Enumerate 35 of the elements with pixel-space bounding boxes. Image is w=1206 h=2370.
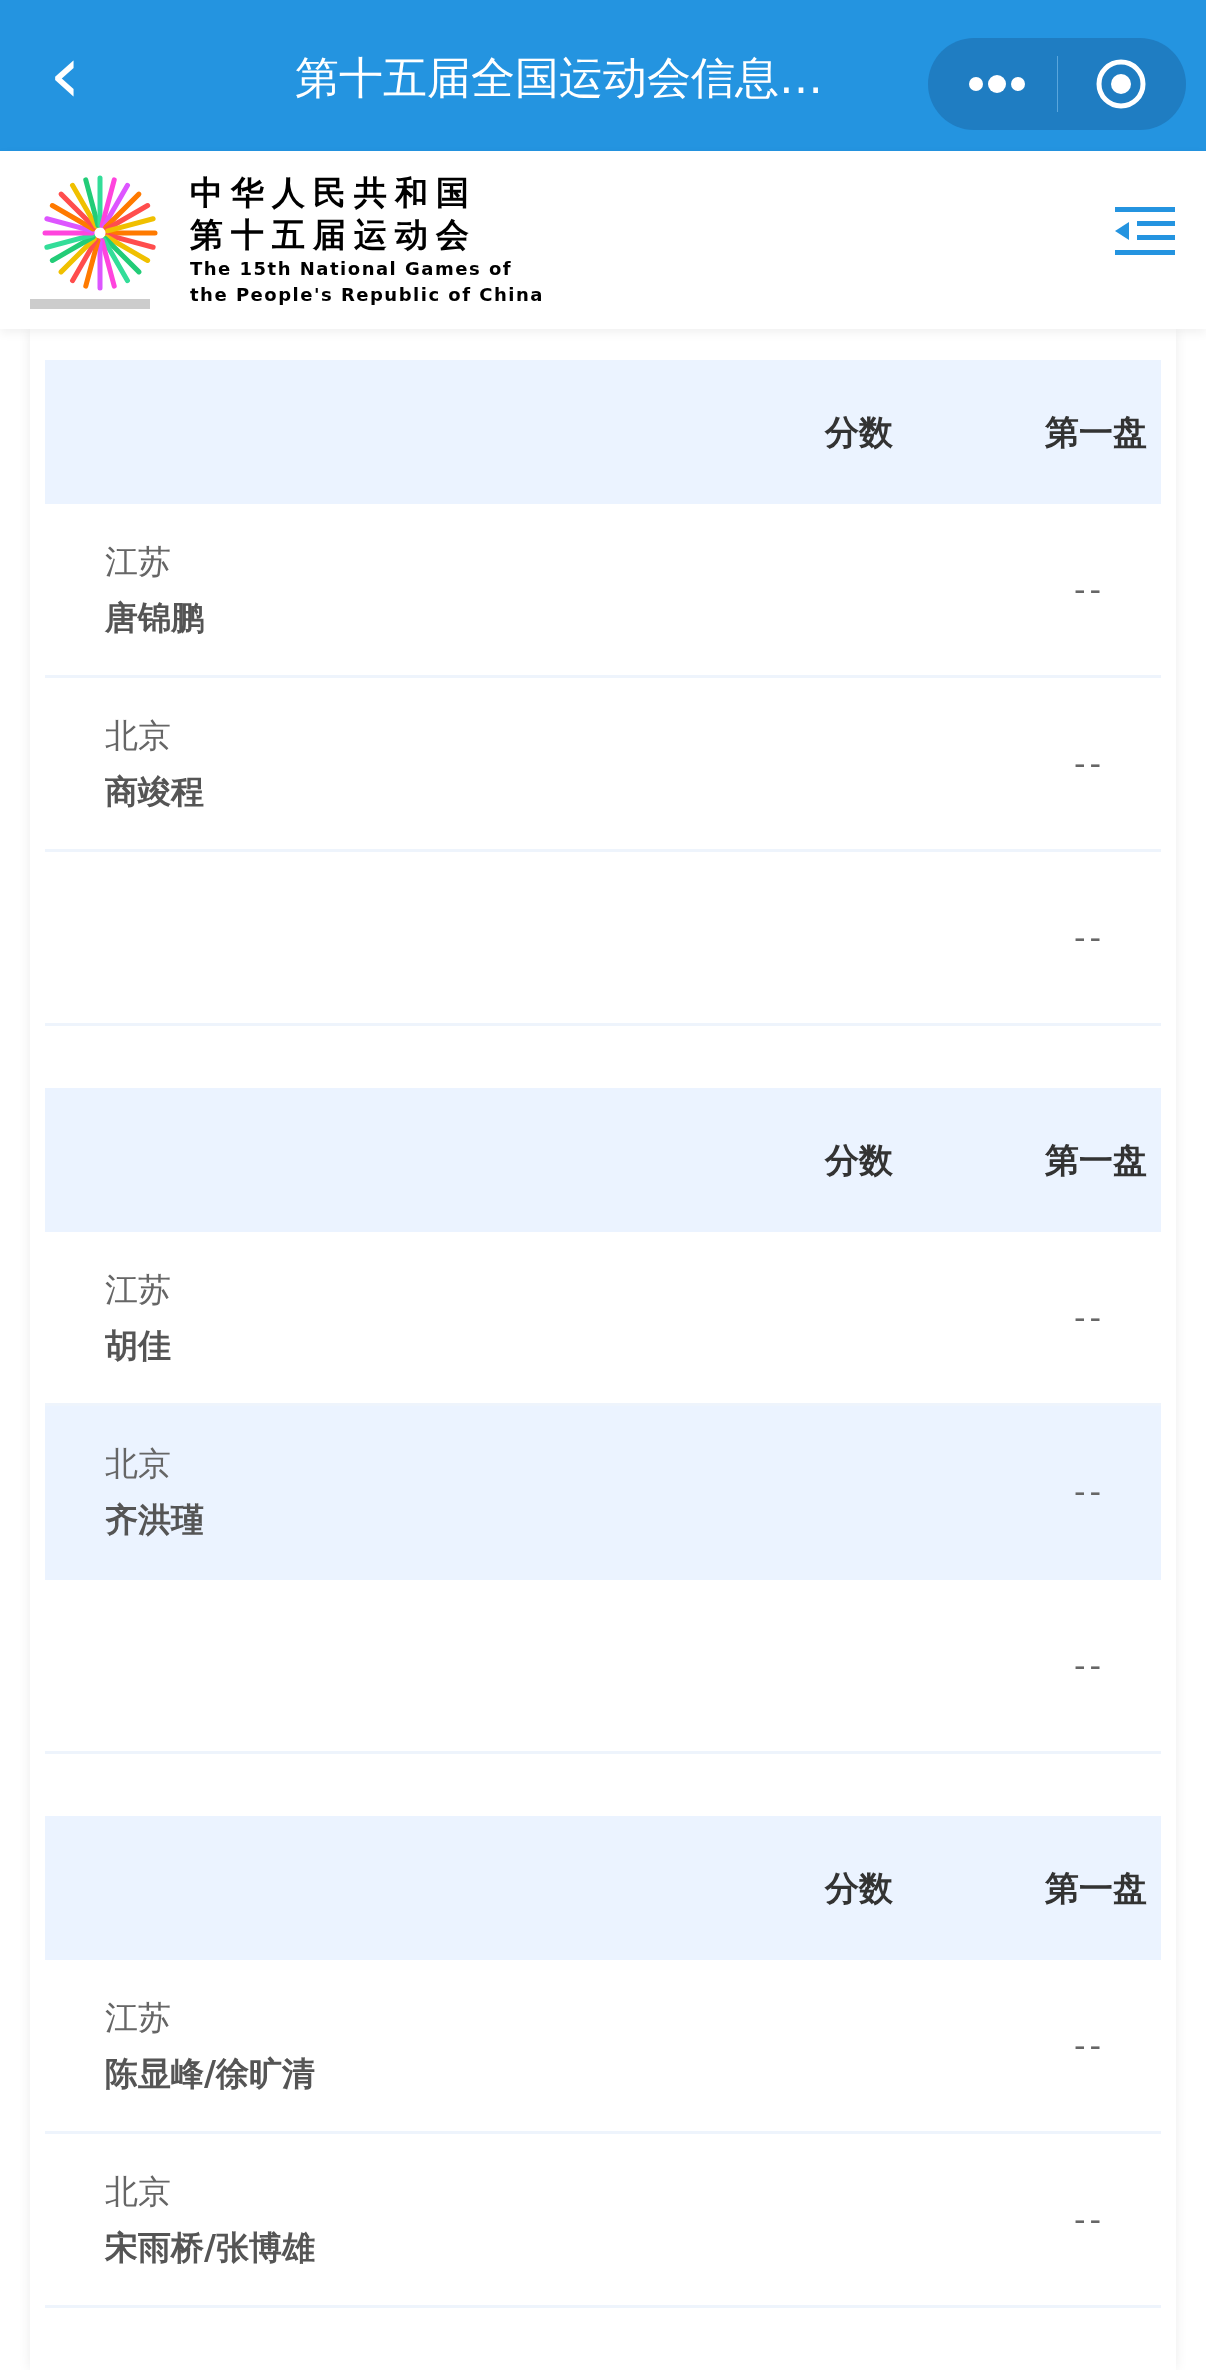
result-row[interactable]: 北京 齐洪瑾 -- bbox=[45, 1406, 1161, 1580]
more-icon[interactable] bbox=[968, 75, 1026, 93]
player-name: 胡佳 bbox=[105, 1324, 172, 1367]
team-name: 江苏 bbox=[105, 540, 172, 583]
column-header: 分数 bbox=[825, 410, 894, 454]
menu-icon[interactable] bbox=[1115, 207, 1175, 257]
page-title: 第十五届全国运动会信息… bbox=[295, 52, 823, 104]
close-icon[interactable] bbox=[1095, 58, 1147, 110]
set-score: -- bbox=[1073, 2199, 1105, 2241]
set-score: -- bbox=[1073, 743, 1105, 785]
team-name: 北京 bbox=[105, 1442, 172, 1485]
set-score: -- bbox=[1073, 1471, 1105, 1513]
set-score: -- bbox=[1073, 1297, 1105, 1339]
team-name: 江苏 bbox=[105, 1268, 172, 1311]
team-name: 江苏 bbox=[105, 1996, 172, 2039]
logo-text: The 15th National Games of bbox=[190, 257, 514, 281]
player-name: 齐洪瑾 bbox=[105, 1498, 205, 1541]
player-name: 商竣程 bbox=[105, 770, 205, 813]
column-header: 第一盘 bbox=[1045, 410, 1147, 454]
column-header: 第一盘 bbox=[1045, 1138, 1147, 1182]
team-name: 北京 bbox=[105, 714, 172, 757]
logo-text: 中华人民共和国 bbox=[190, 172, 478, 214]
column-header: 分数 bbox=[825, 1866, 894, 1910]
team-name: 北京 bbox=[105, 2170, 172, 2213]
player-name: 宋雨桥/张博雄 bbox=[105, 2226, 317, 2269]
logo-text: 第十五届运动会 bbox=[190, 214, 478, 256]
player-name: 唐锦鹏 bbox=[105, 596, 205, 639]
set-score: -- bbox=[1073, 1645, 1105, 1687]
column-header: 分数 bbox=[825, 1138, 894, 1182]
player-name: 陈显峰/徐旷清 bbox=[105, 2052, 317, 2095]
column-header: 第一盘 bbox=[1045, 1866, 1147, 1910]
set-score: -- bbox=[1073, 569, 1105, 611]
logo-text: the People's Republic of China bbox=[190, 283, 544, 307]
set-score: -- bbox=[1073, 917, 1105, 959]
set-score: -- bbox=[1073, 2025, 1105, 2067]
